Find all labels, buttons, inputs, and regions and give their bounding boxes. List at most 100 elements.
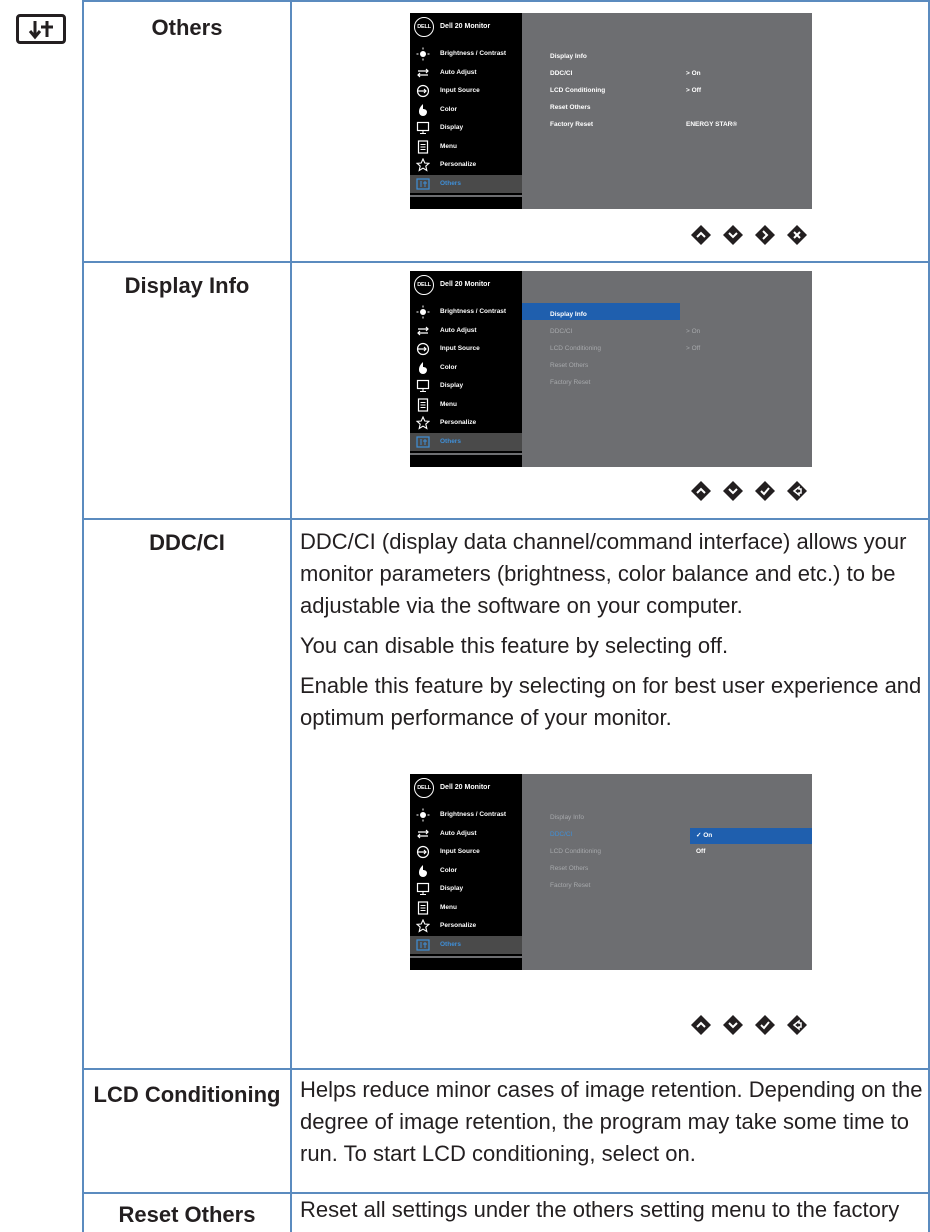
osd-option[interactable]: Factory Reset — [550, 121, 593, 128]
osd-menu-item[interactable]: Others — [410, 432, 522, 451]
color-icon — [419, 103, 427, 116]
ddc-paragraph-2: You can disable this feature by selectin… — [300, 633, 729, 658]
osd-value[interactable]: > Off — [686, 87, 701, 94]
osd-menu-item-label: Auto Adjust — [440, 326, 477, 334]
osd-highlight — [522, 303, 680, 320]
osd-option[interactable]: LCD Conditioning — [550, 87, 605, 94]
osd-menu-item-label: Input Source — [440, 848, 480, 855]
down-button-icon[interactable] — [722, 224, 744, 246]
osd-menu-item-label: Input Source — [440, 87, 480, 94]
input-source-icon — [416, 84, 430, 98]
reset-paragraph: Reset all settings under the others sett… — [300, 1197, 900, 1232]
osd-option[interactable]: Display Info — [550, 814, 584, 821]
dell-logo: DELL — [414, 275, 434, 295]
osd-value[interactable]: Off — [696, 848, 705, 855]
back-button-icon[interactable] — [786, 480, 808, 502]
osd-menu-item[interactable]: Menu — [410, 138, 522, 156]
osd-menu-item-label: Personalize — [440, 922, 477, 929]
osd-option[interactable]: Factory Reset — [550, 379, 590, 386]
osd-menu-item[interactable]: Display — [410, 377, 522, 395]
display-icon — [416, 882, 430, 895]
osd-sidebar: DELL Dell 20 Monitor Brightness / Contrast… — [410, 271, 522, 467]
row-label-others: Others — [151, 15, 223, 40]
osd-option[interactable]: DDC/CI — [550, 328, 572, 335]
table-border — [82, 1068, 930, 1070]
osd-menu-item-label: Personalize — [440, 161, 477, 168]
close-button-icon[interactable] — [786, 224, 808, 246]
back-button-icon[interactable] — [786, 1014, 808, 1036]
osd-menu-item[interactable]: Input Source — [410, 340, 522, 358]
osd-menu-item[interactable]: Others — [410, 935, 522, 954]
table-border — [82, 261, 930, 263]
down-button-icon[interactable] — [722, 480, 744, 502]
osd-button-row — [690, 1014, 808, 1038]
osd-title: Dell 20 Monitor — [440, 784, 491, 791]
osd-option[interactable]: DDC/CI — [550, 831, 572, 838]
osd-option[interactable]: LCD Conditioning — [550, 848, 601, 855]
check-button-icon[interactable] — [754, 1014, 776, 1036]
menu-icon — [417, 139, 429, 154]
osd-menu-item[interactable]: Brightness / Contrast — [410, 806, 522, 824]
display-icon — [416, 121, 430, 134]
osd-menu-item[interactable]: Others — [410, 174, 522, 193]
osd-menu-item[interactable]: Color — [410, 101, 522, 119]
osd-menu-item[interactable]: Auto Adjust — [410, 64, 522, 82]
input-source-icon — [416, 342, 430, 356]
others-icon — [16, 14, 66, 44]
osd-menu-item[interactable]: Brightness / Contrast — [410, 303, 522, 321]
ddc-ci-description: DDC/CI (display data channel/command int… — [300, 526, 924, 742]
osd-menu-others: DELL Dell 20 Monitor Brightness / Contrast… — [410, 13, 812, 209]
personalize-icon — [416, 919, 430, 933]
dell-logo: DELL — [414, 778, 434, 798]
down-button-icon[interactable] — [722, 1014, 744, 1036]
osd-button-row — [690, 480, 808, 504]
osd-menu-item[interactable]: Color — [410, 359, 522, 377]
osd-menu-item-label: Display — [440, 382, 464, 389]
osd-menu-item[interactable]: Menu — [410, 396, 522, 414]
osd-menu-item-label: Brightness / Contrast — [440, 50, 507, 57]
brightness-icon — [416, 47, 430, 61]
auto-adjust-icon — [417, 68, 429, 77]
osd-option[interactable]: DDC/CI — [550, 70, 572, 77]
row-label-display-info: Display Info — [124, 273, 250, 298]
table-border — [82, 0, 84, 1232]
right-button-icon[interactable] — [754, 224, 776, 246]
lcd-paragraph: Helps reduce minor cases of image retent… — [300, 1077, 923, 1166]
osd-option[interactable]: Factory Reset — [550, 882, 590, 889]
osd-menu-item[interactable]: Display — [410, 880, 522, 898]
osd-option[interactable]: Display Info — [550, 53, 587, 60]
osd-option[interactable]: Reset Others — [550, 865, 588, 872]
osd-menu-item[interactable]: Auto Adjust — [410, 322, 522, 340]
up-button-icon[interactable] — [690, 1014, 712, 1036]
osd-title: Dell 20 Monitor — [440, 23, 491, 30]
osd-option[interactable]: Reset Others — [550, 104, 590, 111]
osd-menu-item[interactable]: Personalize — [410, 414, 522, 432]
input-source-icon — [416, 845, 430, 859]
osd-value[interactable]: > On — [686, 70, 701, 77]
osd-menu-item-label: Color — [440, 866, 457, 874]
osd-menu-item[interactable]: Brightness / Contrast — [410, 45, 522, 63]
auto-adjust-icon — [417, 829, 429, 838]
osd-value[interactable]: > On — [686, 328, 700, 335]
auto-adjust-icon — [417, 326, 429, 335]
osd-menu-item[interactable]: Auto Adjust — [410, 825, 522, 843]
up-button-icon[interactable] — [690, 224, 712, 246]
row-label-lcd-conditioning: LCD Conditioning — [93, 1082, 281, 1107]
osd-menu-item[interactable]: Personalize — [410, 156, 522, 174]
osd-value[interactable]: > Off — [686, 345, 700, 352]
osd-value[interactable]: ✓ On — [696, 831, 712, 839]
osd-menu-item[interactable]: Menu — [410, 899, 522, 917]
display-icon — [416, 379, 430, 392]
check-button-icon[interactable] — [754, 480, 776, 502]
personalize-icon — [416, 416, 430, 430]
osd-menu-item[interactable]: Personalize — [410, 917, 522, 935]
osd-option[interactable]: Display Info — [550, 311, 587, 318]
up-button-icon[interactable] — [690, 480, 712, 502]
osd-option[interactable]: LCD Conditioning — [550, 345, 601, 352]
osd-menu-item[interactable]: Display — [410, 119, 522, 137]
osd-menu-item[interactable]: Input Source — [410, 82, 522, 100]
others-icon — [416, 177, 430, 190]
osd-menu-item[interactable]: Color — [410, 862, 522, 880]
osd-menu-item[interactable]: Input Source — [410, 843, 522, 861]
osd-option[interactable]: Reset Others — [550, 362, 588, 369]
